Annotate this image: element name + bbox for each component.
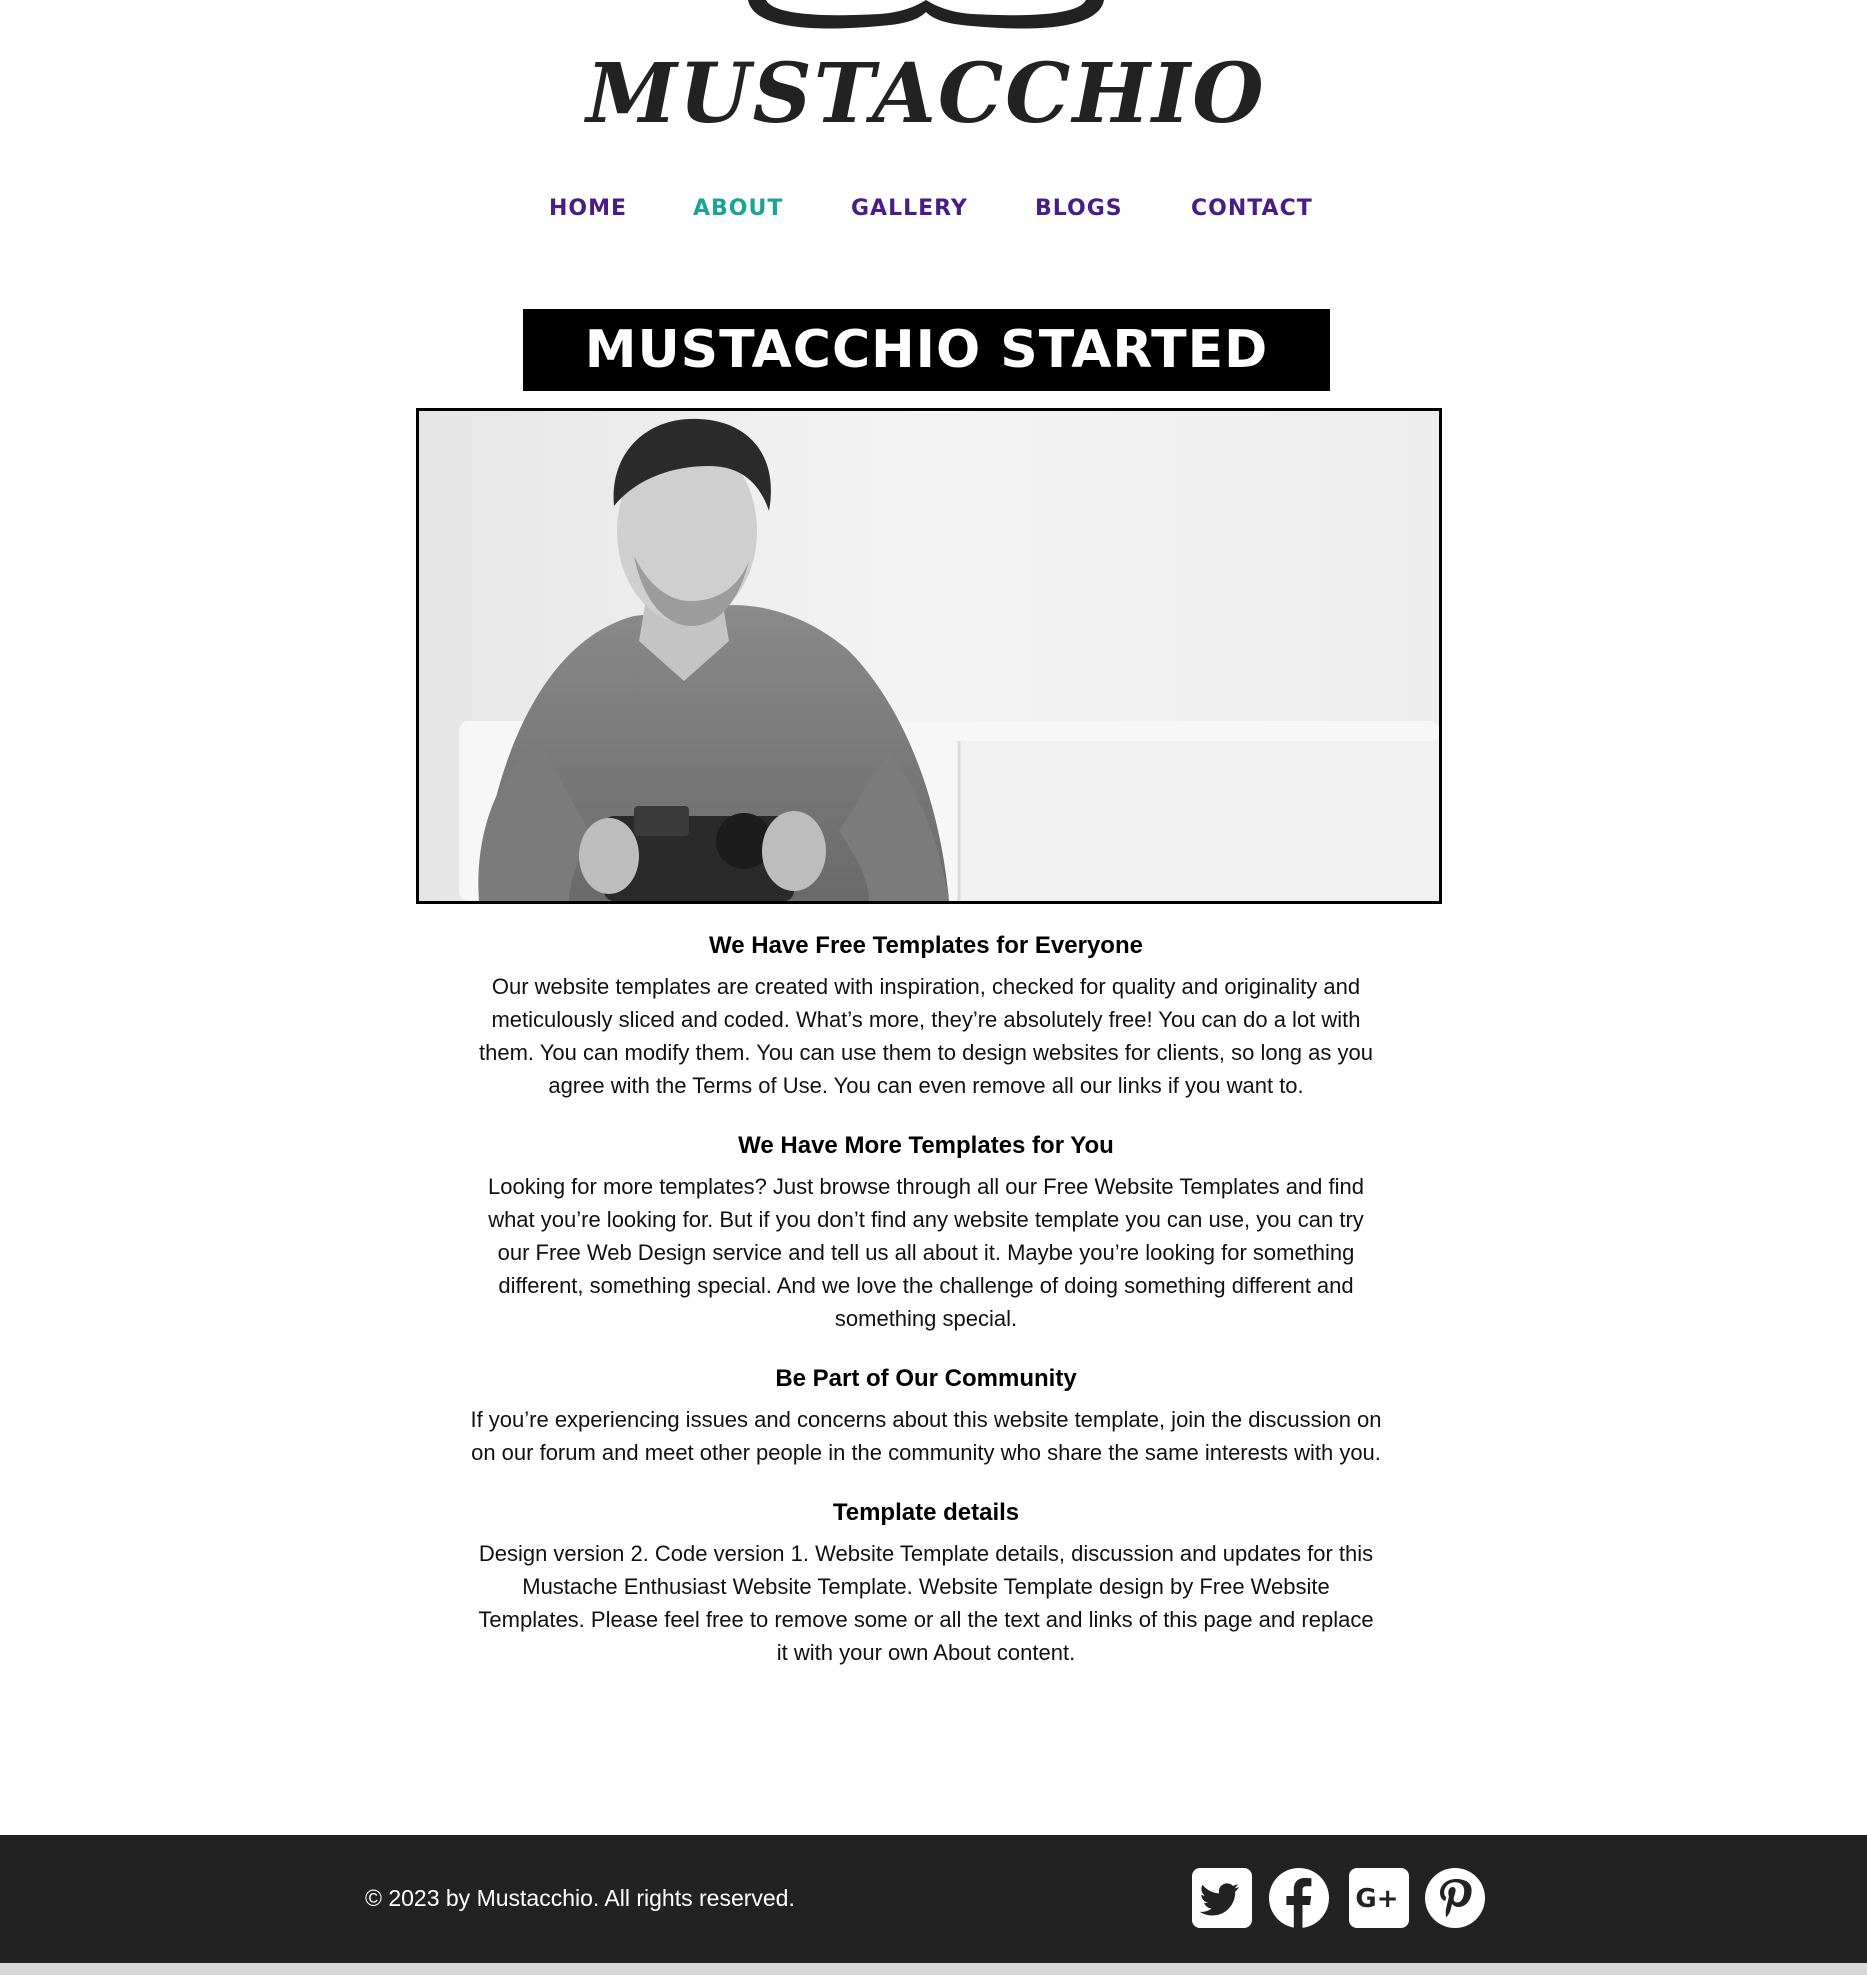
site-footer: © 2023 by Mustacchio. All rights reserve…	[0, 1835, 1867, 1963]
man-with-camera-photo	[419, 411, 1439, 901]
section-heading: Template details	[832, 1499, 1020, 1526]
site-logo[interactable]: MUSTACCHIO	[0, 0, 1867, 140]
copyright-text: © 2023 by Mustacchio. All rights reserve…	[365, 1885, 795, 1911]
section-heading: We Have More Templates for You	[738, 1132, 1114, 1159]
nav-contact[interactable]: CONTACT	[1191, 196, 1313, 221]
section-body: If you’re experiencing issues and concer…	[470, 1407, 1382, 1465]
section-body: Our website templates are created with i…	[479, 974, 1373, 1098]
facebook-icon[interactable]	[1268, 1867, 1330, 1929]
main-nav: HOME ABOUT GALLERY BLOGS CONTACT	[0, 196, 1867, 230]
about-content: We Have Free Templates for Everyone Our …	[470, 930, 1382, 1697]
section-body: Looking for more templates? Just browse …	[488, 1174, 1364, 1331]
pinterest-icon[interactable]	[1424, 1867, 1486, 1929]
section-heading: We Have Free Templates for Everyone	[709, 932, 1143, 959]
nav-home[interactable]: HOME	[549, 196, 627, 221]
twitter-icon[interactable]	[1191, 1867, 1253, 1929]
page-title: MUSTACCHIO STARTED	[523, 309, 1330, 391]
nav-about[interactable]: ABOUT	[693, 196, 783, 221]
page: MUSTACCHIO HOME ABOUT GALLERY BLOGS CONT…	[0, 0, 1867, 1975]
section-body: Design version 2. Code version 1. Websit…	[478, 1541, 1374, 1665]
footer-bottom-bar	[0, 1963, 1867, 1975]
svg-text:G+: G+	[1355, 1884, 1398, 1914]
nav-gallery[interactable]: GALLERY	[851, 196, 968, 221]
nav-blogs[interactable]: BLOGS	[1035, 196, 1123, 221]
google-plus-icon[interactable]: G+	[1348, 1867, 1410, 1929]
hero-image	[416, 408, 1442, 904]
logo-wordmark: MUSTACCHIO	[583, 46, 1265, 140]
mustache-logo-icon: MUSTACCHIO	[583, 0, 1265, 140]
section-heading: Be Part of Our Community	[775, 1365, 1077, 1392]
